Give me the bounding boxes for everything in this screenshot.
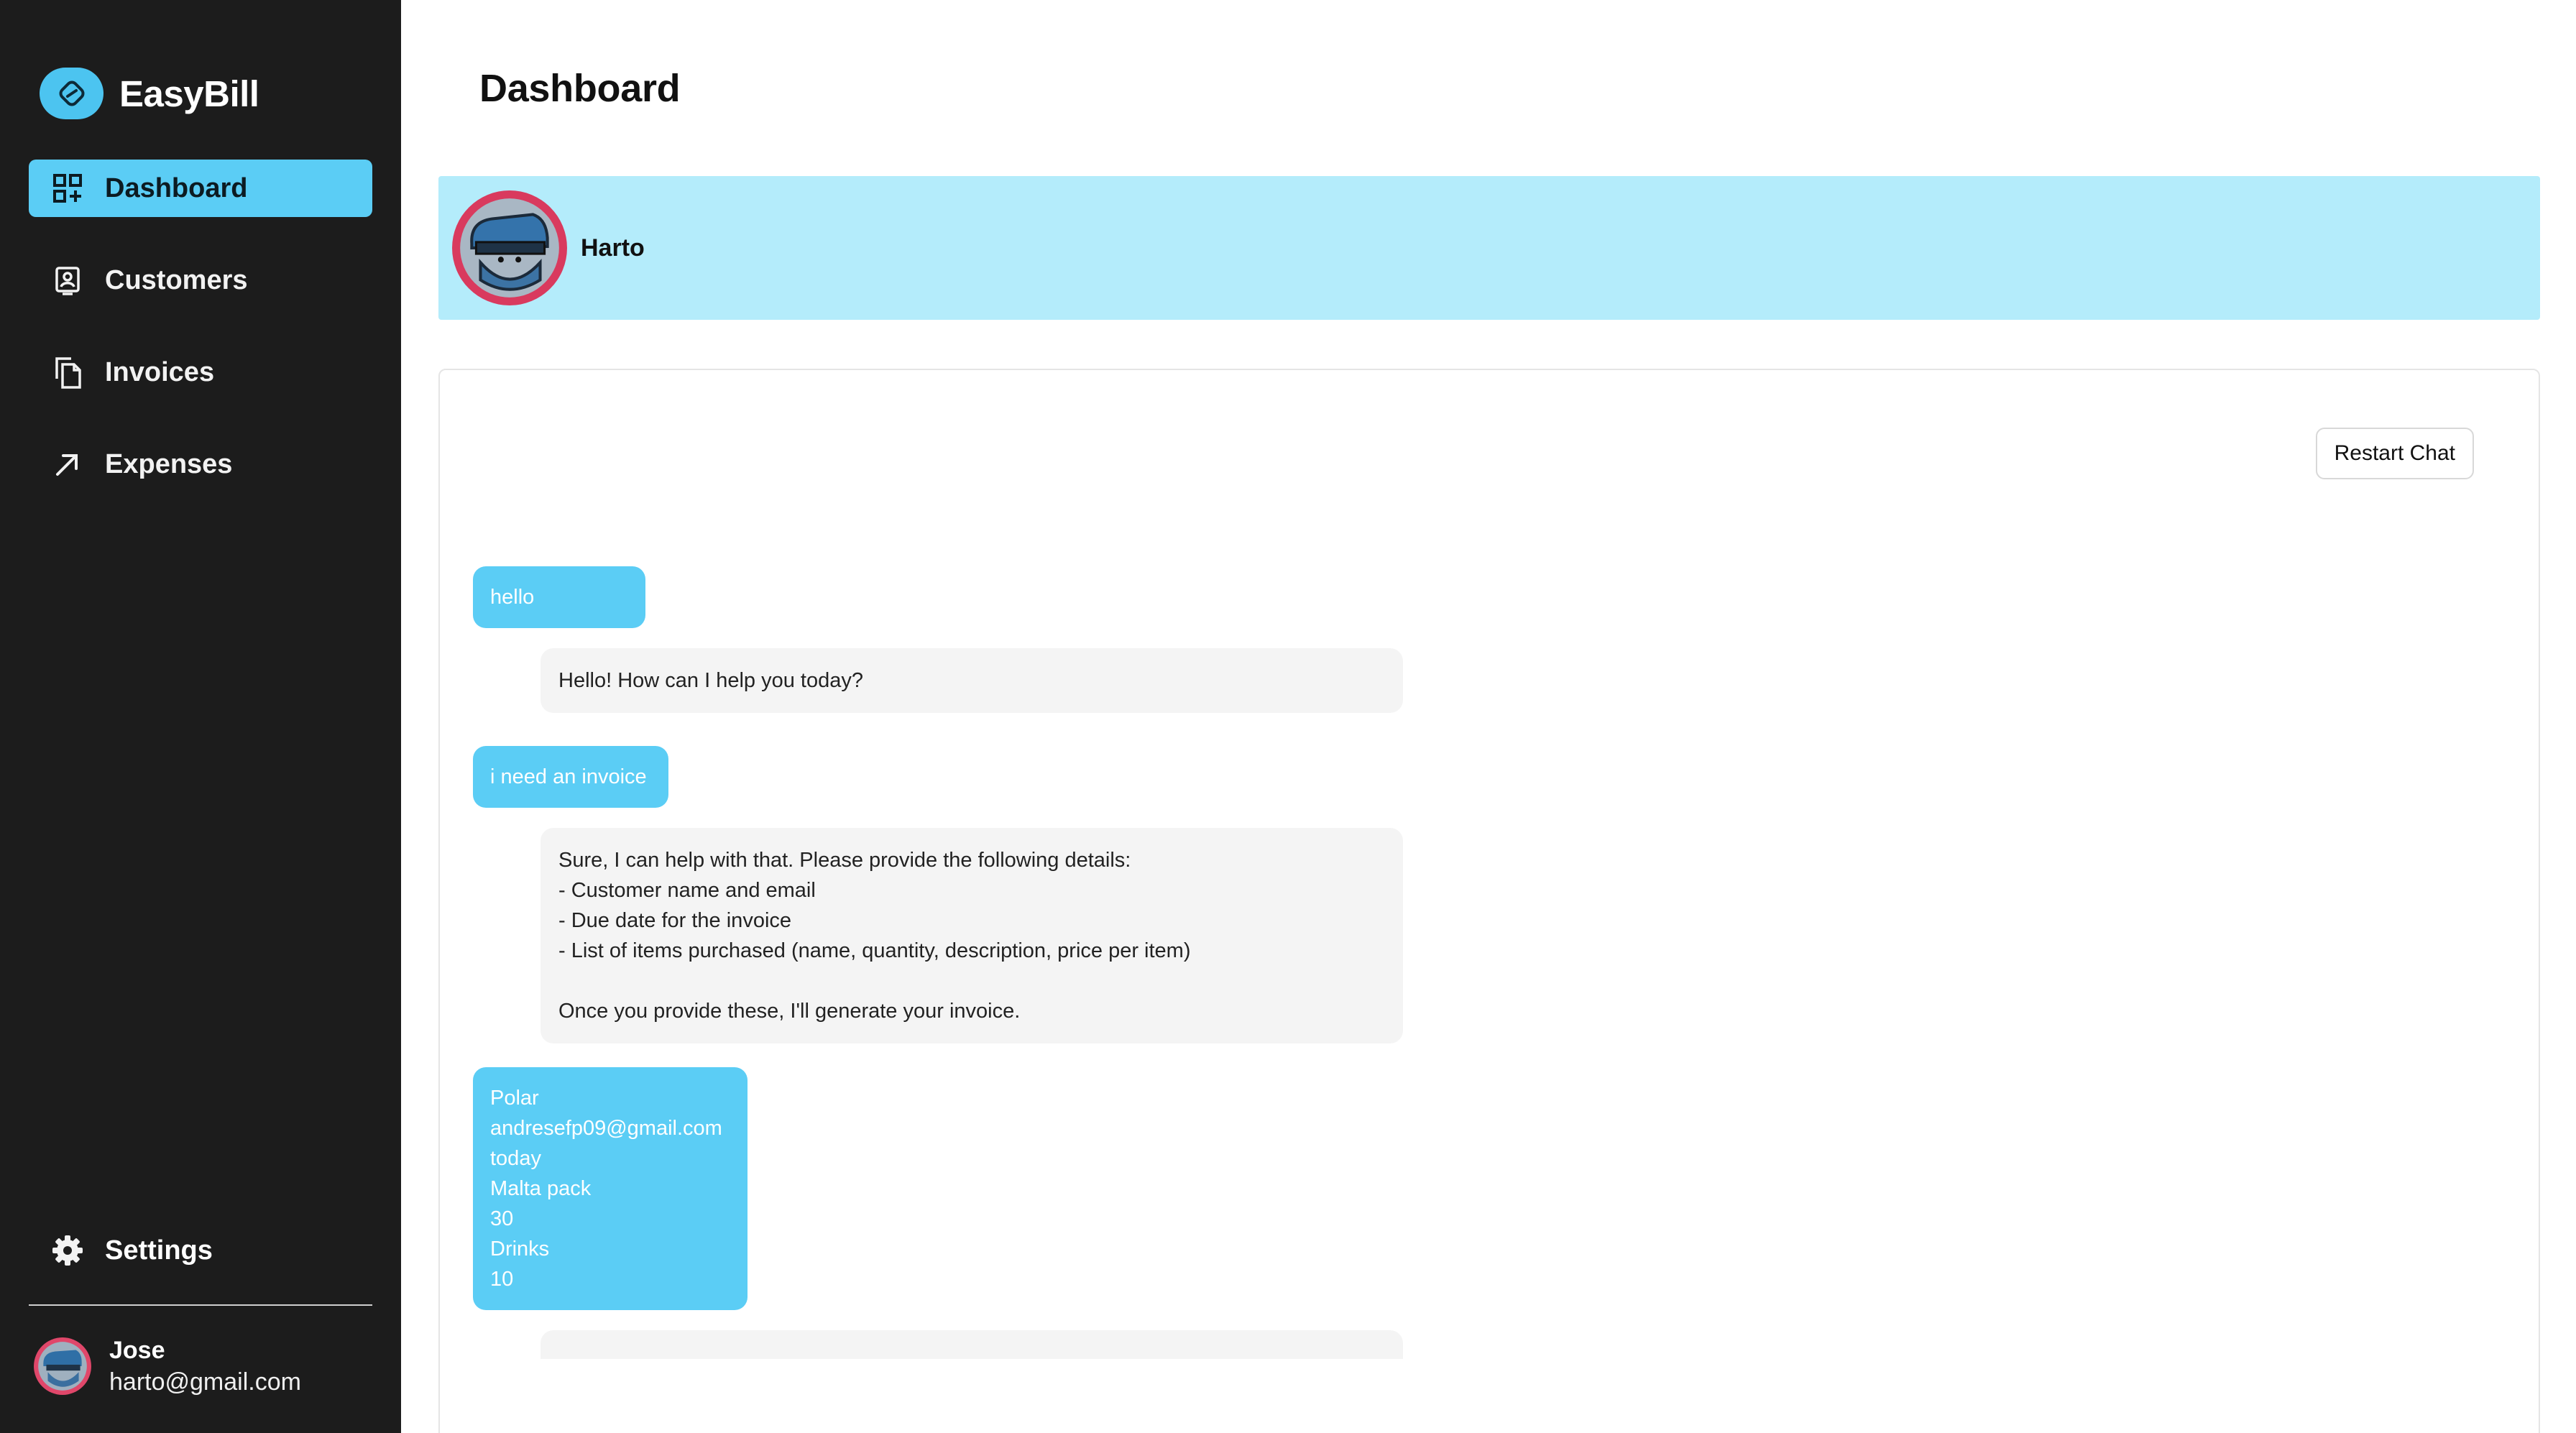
sidebar-item-invoices[interactable]: Invoices [29, 344, 372, 401]
agent-name: Harto [581, 234, 645, 262]
app-name: EasyBill [119, 73, 259, 114]
sidebar-item-label: Expenses [105, 448, 233, 479]
chat-message-bot-loading [540, 1330, 1403, 1359]
sidebar-divider [29, 1304, 372, 1306]
chat-message-bot: Hello! How can I help you today? [540, 648, 1403, 713]
sidebar-item-expenses[interactable]: Expenses [29, 436, 372, 493]
sidebar-item-label: Customers [105, 264, 248, 295]
arrow-up-right-icon [50, 447, 85, 481]
user-profile[interactable]: Jose harto@gmail.com [33, 1335, 301, 1398]
sidebar: EasyBill Dashboard Customers Invoices Ex… [0, 0, 401, 1433]
documents-icon [50, 355, 85, 390]
chat-message-bot: Sure, I can help with that. Please provi… [540, 828, 1403, 1043]
avatar [34, 1337, 91, 1395]
restart-chat-button[interactable]: Restart Chat [2315, 428, 2474, 479]
settings-label: Settings [105, 1235, 213, 1266]
chat-message-user: Polar andresefp09@gmail.com today Malta … [473, 1067, 748, 1310]
agent-avatar [452, 190, 567, 305]
agent-header: Harto [438, 176, 2540, 320]
chat-message-user: hello [473, 566, 645, 628]
sidebar-item-customers[interactable]: Customers [29, 252, 372, 309]
user-name: Jose [109, 1337, 165, 1364]
sidebar-item-dashboard[interactable]: Dashboard [29, 160, 372, 217]
brand[interactable]: EasyBill [40, 68, 259, 119]
sidebar-item-label: Dashboard [105, 172, 248, 203]
chat-message-user: i need an invoice [473, 746, 668, 808]
chat-panel: Restart Chat hello Hello! How can I help… [438, 369, 2540, 1433]
page-title: Dashboard [479, 67, 681, 110]
gear-icon [50, 1233, 85, 1268]
sidebar-nav: Dashboard Customers Invoices Expenses [29, 160, 372, 527]
sidebar-item-settings[interactable]: Settings [29, 1222, 372, 1279]
user-email: harto@gmail.com [109, 1368, 301, 1396]
customer-badge-icon [50, 263, 85, 298]
dashboard-grid-icon [50, 171, 85, 206]
easybill-logo-icon [40, 68, 104, 119]
user-info: Jose harto@gmail.com [109, 1335, 301, 1398]
sidebar-item-label: Invoices [105, 356, 215, 387]
